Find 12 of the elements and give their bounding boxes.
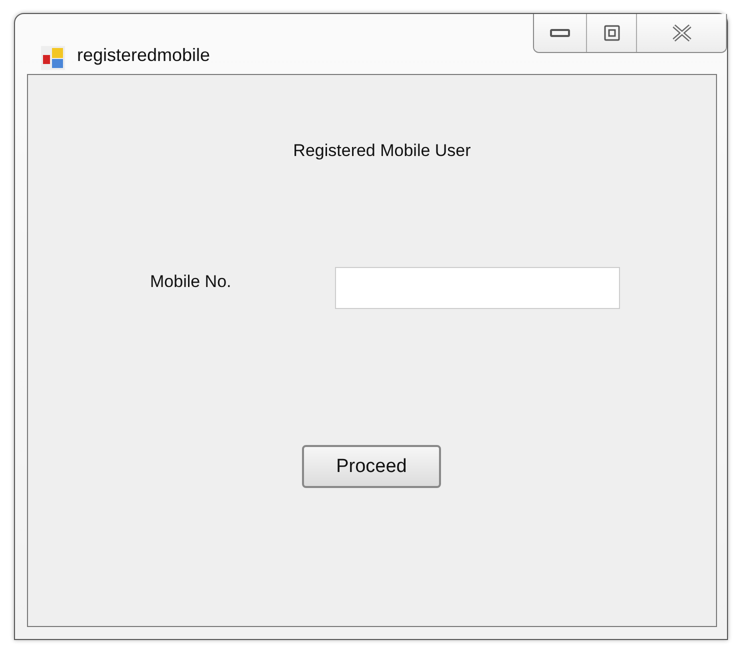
minimize-icon — [550, 28, 570, 38]
window-title: registeredmobile — [77, 45, 210, 66]
form-heading: Registered Mobile User — [293, 141, 471, 161]
mobile-input-field[interactable] — [335, 267, 620, 309]
proceed-button[interactable]: Proceed — [302, 445, 441, 488]
maximize-button[interactable] — [586, 14, 636, 52]
minimize-button[interactable] — [534, 14, 586, 52]
close-button[interactable] — [636, 14, 726, 52]
close-icon — [670, 24, 692, 42]
maximize-icon — [604, 25, 620, 41]
app-icon — [41, 46, 65, 70]
mobile-label: Mobile No. — [150, 272, 232, 292]
